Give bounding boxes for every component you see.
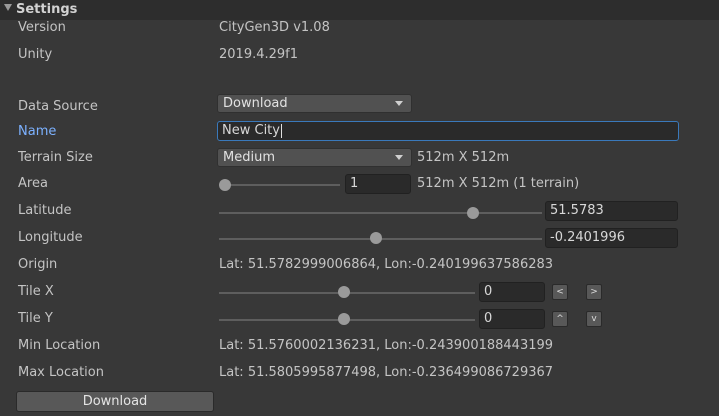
version-value: CityGen3D v1.08 — [219, 20, 330, 35]
min-location-label: Min Location — [18, 338, 101, 353]
unity-label: Unity — [18, 47, 53, 62]
tile-y-down-button[interactable]: v — [586, 311, 602, 327]
unity-value: 2019.4.29f1 — [219, 47, 299, 62]
tile-x-left-button[interactable]: < — [552, 284, 568, 300]
data-source-value: Download — [223, 96, 288, 111]
terrain-size-dropdown[interactable]: Medium — [217, 148, 412, 167]
version-label: Version — [18, 20, 66, 35]
terrain-size-value: Medium — [223, 150, 275, 165]
origin-label: Origin — [18, 257, 58, 272]
settings-header[interactable] — [0, 0, 719, 20]
data-source-dropdown[interactable]: Download — [217, 94, 412, 113]
terrain-size-label: Terrain Size — [18, 150, 93, 165]
name-field[interactable]: New City — [217, 121, 679, 141]
section-title[interactable]: Settings — [16, 1, 77, 19]
foldout-arrow-icon[interactable] — [4, 4, 12, 11]
tile-y-label: Tile Y — [18, 311, 53, 326]
chevron-down-icon — [395, 155, 403, 160]
max-location-label: Max Location — [18, 365, 104, 380]
area-label: Area — [18, 176, 48, 191]
latitude-field[interactable]: 51.5783 — [545, 201, 678, 221]
tile-x-right-button[interactable]: > — [586, 284, 602, 300]
longitude-label: Longitude — [18, 230, 83, 245]
tile-x-slider-thumb[interactable] — [338, 286, 350, 298]
tile-y-slider-thumb[interactable] — [338, 313, 350, 325]
name-value: New City — [222, 123, 280, 138]
latitude-slider-track[interactable] — [219, 212, 542, 214]
latitude-label: Latitude — [18, 203, 72, 218]
tile-x-field[interactable]: 0 — [479, 282, 545, 302]
min-location-value: Lat: 51.5760002136231, Lon:-0.2439001884… — [219, 338, 554, 353]
max-location-value: Lat: 51.5805995877498, Lon:-0.2364990867… — [219, 365, 554, 380]
area-slider-track[interactable] — [225, 184, 340, 186]
area-info: 512m X 512m (1 terrain) — [417, 176, 580, 191]
longitude-field[interactable]: -0.2401996 — [545, 228, 678, 248]
chevron-down-icon — [395, 101, 403, 106]
area-field[interactable]: 1 — [345, 174, 411, 194]
text-cursor — [280, 123, 282, 138]
terrain-size-info: 512m X 512m — [417, 150, 510, 165]
tile-y-field[interactable]: 0 — [479, 309, 545, 329]
longitude-slider-thumb[interactable] — [370, 232, 382, 244]
origin-value: Lat: 51.5782999006864, Lon:-0.2401996375… — [219, 257, 554, 272]
tile-y-up-button[interactable]: ^ — [552, 311, 568, 327]
tile-x-label: Tile X — [18, 284, 54, 299]
area-slider-thumb[interactable] — [219, 179, 231, 191]
latitude-slider-thumb[interactable] — [467, 207, 479, 219]
name-label: Name — [18, 124, 57, 139]
download-button[interactable]: Download — [16, 391, 214, 412]
data-source-label: Data Source — [18, 99, 98, 114]
